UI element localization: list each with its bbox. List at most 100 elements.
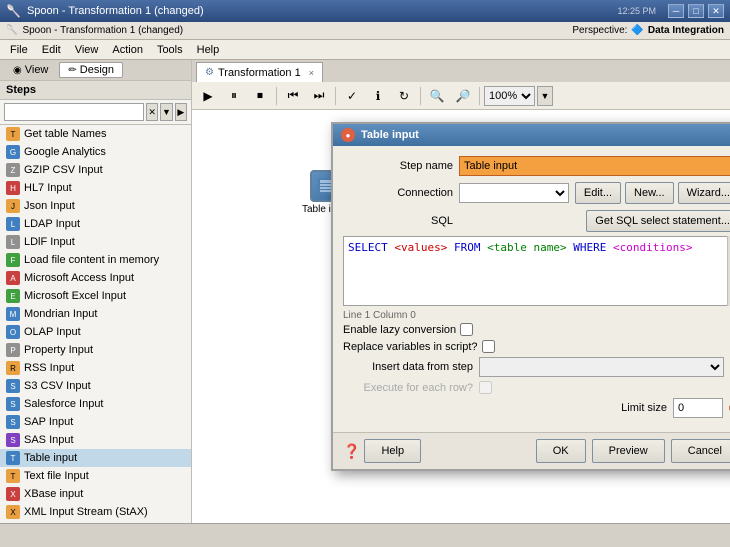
- wizard-button[interactable]: Wizard...: [678, 182, 730, 204]
- list-item[interactable]: J Json Input: [0, 197, 191, 215]
- step-icon: S: [6, 433, 20, 447]
- step-name-input[interactable]: [459, 156, 730, 176]
- list-item[interactable]: S S3 CSV Input: [0, 377, 191, 395]
- new-connection-button[interactable]: New...: [625, 182, 674, 204]
- check-button[interactable]: ✓: [340, 85, 364, 107]
- step-name-label: Step name: [343, 160, 453, 172]
- sql-where-kw: WHERE: [573, 241, 606, 254]
- ok-button[interactable]: OK: [536, 439, 586, 463]
- get-sql-button[interactable]: Get SQL select statement...: [586, 210, 730, 232]
- design-tab[interactable]: ✏ Design: [59, 62, 123, 78]
- expand-all-button[interactable]: ▶: [175, 103, 187, 121]
- preview-button[interactable]: Preview: [592, 439, 665, 463]
- step-label: SAP Input: [24, 416, 73, 428]
- steps-search-area: ✕ ▼ ▶: [0, 100, 191, 125]
- status-line: Line 1 Column 0: [343, 310, 730, 321]
- step-label: GZIP CSV Input: [24, 164, 103, 176]
- steps-search-input[interactable]: [4, 103, 144, 121]
- list-item[interactable]: L LDAP Input: [0, 215, 191, 233]
- menu-edit[interactable]: Edit: [36, 43, 67, 57]
- step-label: LDlF Input: [24, 236, 75, 248]
- stop-button[interactable]: ⏹: [248, 85, 272, 107]
- list-item[interactable]: S Salesforce Input: [0, 395, 191, 413]
- list-item[interactable]: G Google Analytics: [0, 143, 191, 161]
- zoom-out-button[interactable]: 🔎: [451, 85, 475, 107]
- cancel-button[interactable]: Cancel: [671, 439, 730, 463]
- step-icon: L: [6, 217, 20, 231]
- separator: [276, 87, 277, 105]
- view-tab[interactable]: ◉ View: [4, 62, 57, 78]
- insert-data-label: Insert data from step: [343, 361, 473, 373]
- step-icon: T: [6, 451, 20, 465]
- list-item[interactable]: H HL7 Input: [0, 179, 191, 197]
- step-icon: M: [6, 307, 20, 321]
- menu-tools[interactable]: Tools: [151, 43, 189, 57]
- help-button[interactable]: Help: [364, 439, 421, 463]
- list-item[interactable]: O OLAP Input: [0, 323, 191, 341]
- canvas-toolbar: ▶ ⏸ ⏹ ⏮ ⏭ ✓ ℹ ↻ 🔍 🔎 100% ▼: [192, 82, 730, 110]
- minimize-button[interactable]: ─: [668, 4, 684, 18]
- replace-variables-checkbox-row: Replace variables in script?: [343, 340, 495, 353]
- sql-wrapper: SELECT <values> FROM <table name> WHERE …: [343, 236, 730, 306]
- sql-row: SQL Get SQL select statement...: [343, 210, 730, 232]
- refresh-button[interactable]: ↻: [392, 85, 416, 107]
- sql-area[interactable]: SELECT <values> FROM <table name> WHERE …: [343, 236, 730, 306]
- canvas-tab[interactable]: ⚙ Transformation 1 ×: [196, 62, 323, 82]
- list-item[interactable]: Z GZIP CSV Input: [0, 161, 191, 179]
- list-item[interactable]: T Table input: [0, 449, 191, 467]
- step-label: Text file Input: [24, 470, 89, 482]
- connection-select[interactable]: [459, 183, 569, 203]
- list-item[interactable]: A Microsoft Access Input: [0, 269, 191, 287]
- bottom-status-bar: [0, 523, 730, 547]
- execute-checkbox: [479, 381, 492, 394]
- zoom-in-button[interactable]: 🔍: [425, 85, 449, 107]
- pause-button[interactable]: ⏸: [222, 85, 246, 107]
- tab-bar: ⚙ Transformation 1 ×: [192, 60, 730, 82]
- list-item[interactable]: L LDlF Input: [0, 233, 191, 251]
- lazy-conversion-checkbox[interactable]: [460, 323, 473, 336]
- list-item[interactable]: P Property Input: [0, 341, 191, 359]
- prev-button[interactable]: ⏮: [281, 85, 305, 107]
- menu-view[interactable]: View: [69, 43, 105, 57]
- limit-input[interactable]: [673, 398, 723, 418]
- step-icon: G: [6, 145, 20, 159]
- edit-connection-button[interactable]: Edit...: [575, 182, 621, 204]
- list-item[interactable]: X XML Input Stream (StAX): [0, 503, 191, 521]
- canvas-workspace: Table input ● Table input Step name: [192, 110, 730, 523]
- list-item[interactable]: T Text file Input: [0, 467, 191, 485]
- collapse-all-button[interactable]: ▼: [160, 103, 172, 121]
- canvas-container: ⚙ Transformation 1 × ▶ ⏸ ⏹ ⏮ ⏭ ✓ ℹ ↻ 🔍 🔎: [192, 60, 730, 523]
- step-icon: T: [6, 469, 20, 483]
- design-icon: ✏: [68, 65, 76, 76]
- insert-data-select[interactable]: [479, 357, 724, 377]
- info-button[interactable]: ℹ: [366, 85, 390, 107]
- sql-conditions: <conditions>: [613, 241, 692, 254]
- list-item[interactable]: S SAS Input: [0, 431, 191, 449]
- next-button[interactable]: ⏭: [307, 85, 331, 107]
- view-icon: ◉: [13, 65, 22, 76]
- list-item[interactable]: F Load file content in memory: [0, 251, 191, 269]
- tab-close-icon[interactable]: ×: [309, 68, 314, 78]
- zoom-select[interactable]: 100%: [484, 86, 535, 106]
- step-icon: F: [6, 253, 20, 267]
- list-item[interactable]: X XBase input: [0, 485, 191, 503]
- run-button[interactable]: ▶: [196, 85, 220, 107]
- list-item[interactable]: M Mondrian Input: [0, 305, 191, 323]
- search-clear-button[interactable]: ✕: [146, 103, 158, 121]
- replace-variables-checkbox[interactable]: [482, 340, 495, 353]
- step-icon: L: [6, 235, 20, 249]
- menu-action[interactable]: Action: [106, 43, 149, 57]
- menu-file[interactable]: File: [4, 43, 34, 57]
- steps-panel: ◉ View ✏ Design Steps ✕ ▼ ▶ T Get table …: [0, 60, 192, 523]
- maximize-button[interactable]: □: [688, 4, 704, 18]
- list-item[interactable]: S SAP Input: [0, 413, 191, 431]
- list-item[interactable]: R RSS Input: [0, 359, 191, 377]
- list-item[interactable]: E Microsoft Excel Input: [0, 287, 191, 305]
- separator: [420, 87, 421, 105]
- close-button[interactable]: ✕: [708, 4, 724, 18]
- list-item[interactable]: T Get table Names: [0, 125, 191, 143]
- list-item[interactable]: Y Yaml Input: [0, 521, 191, 523]
- sql-from-kw: FROM: [454, 241, 481, 254]
- zoom-dropdown-button[interactable]: ▼: [537, 86, 553, 106]
- menu-help[interactable]: Help: [191, 43, 226, 57]
